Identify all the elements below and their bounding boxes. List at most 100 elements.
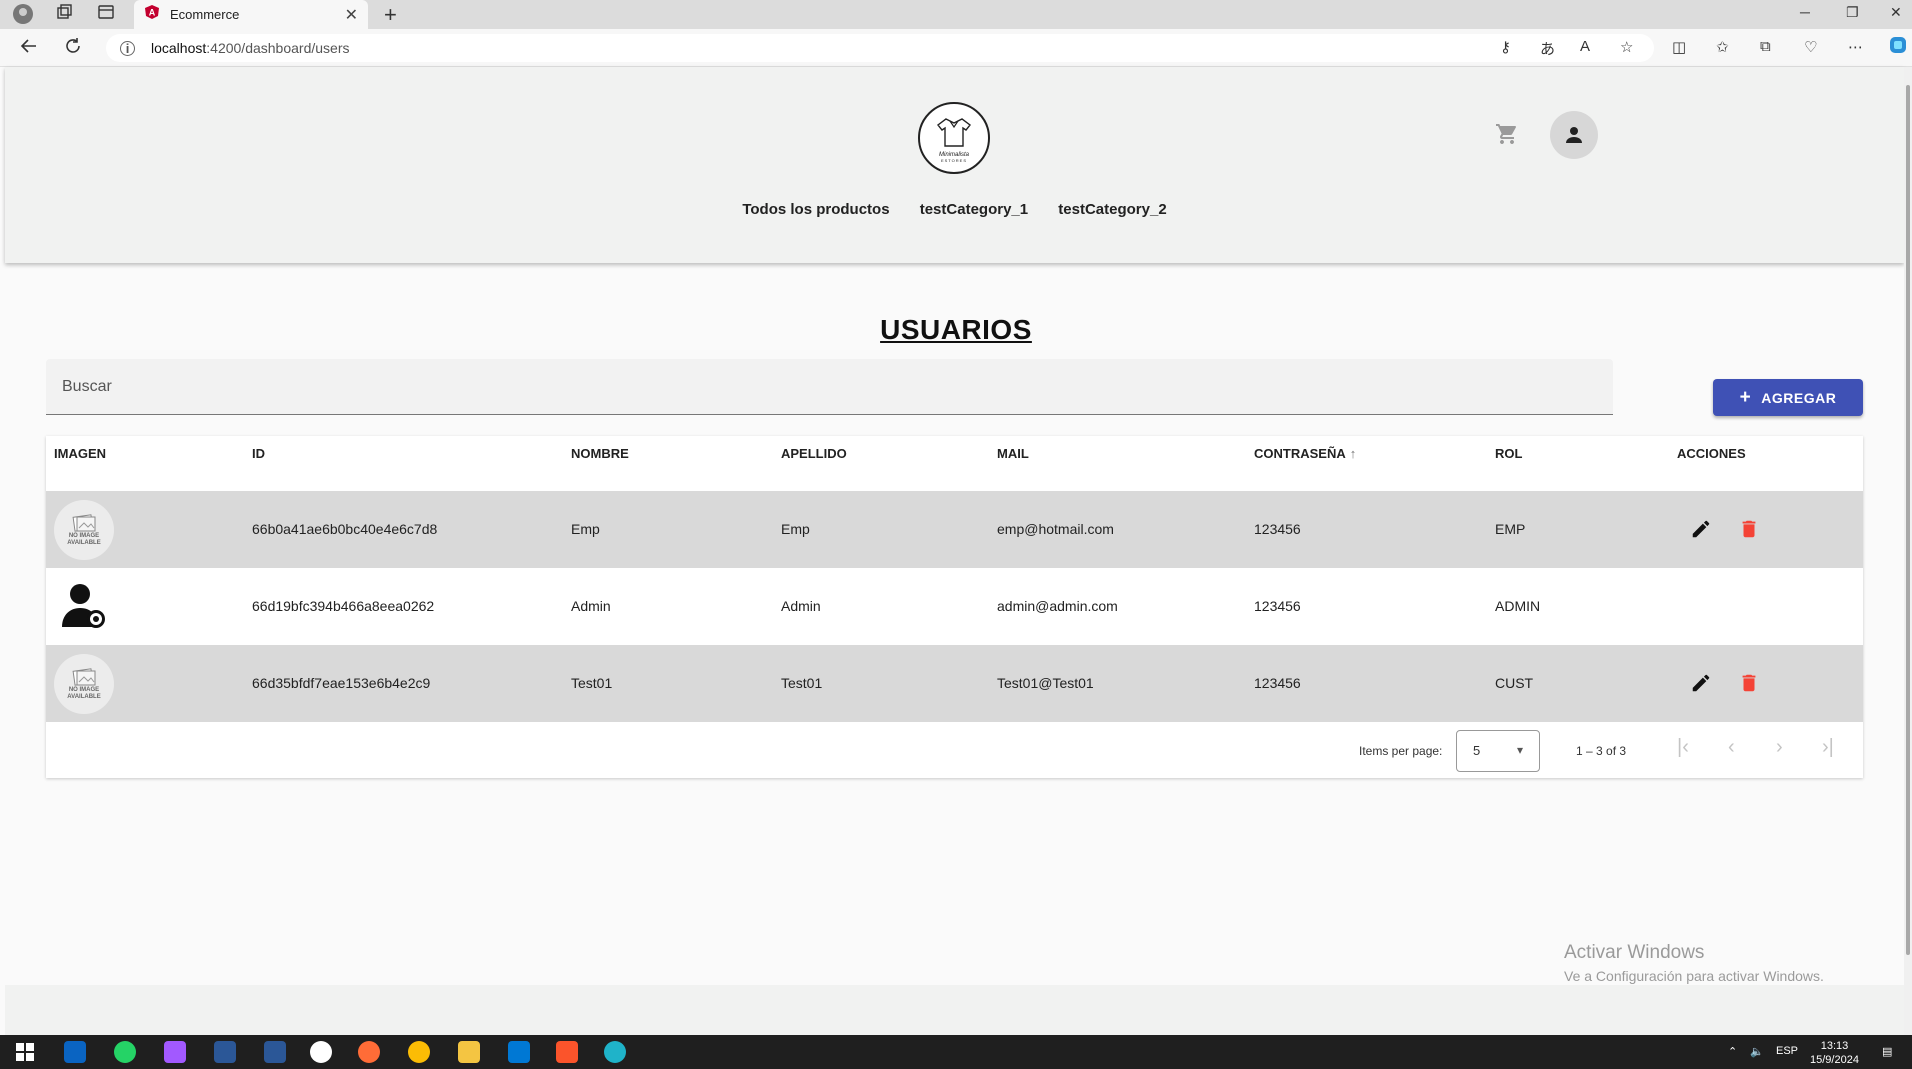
- file-explorer-icon[interactable]: [458, 1041, 480, 1063]
- cell-mail: Test01@Test01: [997, 675, 1094, 691]
- ssms-second-icon[interactable]: [264, 1041, 286, 1063]
- page-size-select[interactable]: 5 ▾: [1456, 730, 1540, 772]
- new-tab-icon[interactable]: +: [384, 2, 397, 28]
- chrome-icon[interactable]: [408, 1041, 430, 1063]
- url-path: :4200/dashboard/users: [206, 40, 350, 56]
- items-per-page-label: Items per page:: [1359, 744, 1443, 758]
- add-user-button[interactable]: + AGREGAR: [1713, 379, 1863, 416]
- more-options-icon[interactable]: ⋯: [1848, 38, 1863, 56]
- outlook-icon[interactable]: [64, 1041, 86, 1063]
- users-table: IMAGEN ID NOMBRE APELLIDO MAIL CONTRASEÑ…: [46, 436, 1863, 778]
- shirt-logo-icon: [937, 117, 971, 147]
- profile-icon[interactable]: [12, 3, 34, 29]
- cell-lastname: Test01: [781, 675, 823, 691]
- nav-test-category-1[interactable]: testCategory_1: [920, 201, 1028, 218]
- cell-password: 123456: [1254, 598, 1301, 614]
- dropdown-caret-icon: ▾: [1516, 743, 1523, 757]
- tray-chevron-icon[interactable]: ⌃: [1728, 1045, 1737, 1058]
- read-aloud-icon[interactable]: A: [1580, 38, 1590, 55]
- address-bar[interactable]: i localhost:4200/dashboard/users: [106, 34, 1654, 62]
- column-header-mail[interactable]: MAIL: [997, 446, 1029, 461]
- cell-name: Admin: [571, 598, 611, 614]
- column-header-lastname[interactable]: APELLIDO: [781, 446, 847, 461]
- edit-pencil-icon[interactable]: [1690, 672, 1712, 699]
- browser-essentials-icon[interactable]: ♡: [1804, 38, 1817, 56]
- scrollbar-thumb[interactable]: [1906, 85, 1910, 955]
- table-row: NO IMAGE AVAILABLE 66b0a41ae6b0bc40e4e6c…: [46, 491, 1863, 568]
- clock-date: 15/9/2024: [1810, 1054, 1859, 1066]
- plus-icon: +: [1739, 387, 1752, 408]
- cell-lastname: Emp: [781, 521, 810, 537]
- search-field[interactable]: [46, 359, 1613, 415]
- page-size-value: 5: [1473, 743, 1481, 758]
- windows-start-icon[interactable]: [14, 1041, 36, 1063]
- minimize-icon[interactable]: ─: [1800, 4, 1810, 20]
- workspaces-icon[interactable]: [56, 4, 72, 24]
- cell-role: ADMIN: [1495, 598, 1541, 614]
- nav-test-category-2[interactable]: testCategory_2: [1058, 201, 1166, 218]
- page-footer: [5, 985, 1904, 1035]
- copilot-icon[interactable]: [1888, 35, 1908, 59]
- edge-icon[interactable]: [604, 1041, 626, 1063]
- table-row: NO IMAGE AVAILABLE 66d35bfdf7eae153e6b4e…: [46, 645, 1863, 722]
- back-arrow-icon[interactable]: [20, 37, 38, 60]
- column-header-id[interactable]: ID: [252, 446, 265, 461]
- nav-all-products[interactable]: Todos los productos: [742, 201, 889, 218]
- last-page-icon[interactable]: ›|: [1822, 736, 1834, 759]
- delete-trash-icon[interactable]: [1738, 672, 1760, 699]
- site-info-icon[interactable]: i: [120, 40, 135, 56]
- cell-password: 123456: [1254, 521, 1301, 537]
- clock-time: 13:13: [1820, 1040, 1849, 1052]
- tab-actions-icon[interactable]: [98, 4, 114, 24]
- ssms-icon[interactable]: [214, 1041, 236, 1063]
- url-host: localhost: [151, 40, 207, 56]
- collections-icon[interactable]: ⧉: [1760, 38, 1771, 55]
- cell-mail: emp@hotmail.com: [997, 521, 1114, 537]
- next-page-icon[interactable]: ›: [1776, 736, 1783, 759]
- windows-activation-watermark: Activar Windows Ve a Configuración para …: [1564, 942, 1824, 984]
- windows-taskbar: ⌃ 🔈 ESP 13:13 15/9/2024 ▤: [0, 1035, 1912, 1069]
- sort-arrow-up-icon: ↑: [1349, 446, 1357, 461]
- key-icon[interactable]: ⚷: [1500, 38, 1511, 56]
- paginator: Items per page: 5 ▾ 1 – 3 of 3 |‹ ‹ › ›|: [46, 722, 1863, 778]
- cell-id: 66d19bfc394b466a8eea0262: [252, 598, 435, 614]
- no-image-thumbnail: NO IMAGE AVAILABLE: [54, 500, 114, 560]
- browser-tab-active[interactable]: A Ecommerce ✕: [134, 0, 368, 29]
- close-window-icon[interactable]: ✕: [1890, 4, 1902, 21]
- user-menu-button[interactable]: [1550, 111, 1598, 159]
- shopping-cart-icon[interactable]: [1495, 122, 1519, 151]
- system-clock[interactable]: 13:13 15/9/2024: [1810, 1039, 1859, 1067]
- restore-icon[interactable]: ❐: [1846, 4, 1859, 21]
- table-header: IMAGEN ID NOMBRE APELLIDO MAIL CONTRASEÑ…: [46, 436, 1863, 491]
- whatsapp-icon[interactable]: [114, 1041, 136, 1063]
- previous-page-icon[interactable]: ‹: [1728, 736, 1735, 759]
- delete-trash-icon[interactable]: [1738, 518, 1760, 545]
- brave-icon[interactable]: [556, 1041, 578, 1063]
- notifications-icon[interactable]: ▤: [1882, 1045, 1892, 1058]
- column-header-password[interactable]: CONTRASEÑA ↑: [1254, 446, 1356, 461]
- vscode-icon[interactable]: [508, 1041, 530, 1063]
- mongodb-icon[interactable]: [310, 1041, 332, 1063]
- reload-icon[interactable]: [64, 37, 82, 60]
- figma-icon[interactable]: [164, 1041, 186, 1063]
- favorites-icon[interactable]: ✩: [1716, 38, 1729, 56]
- column-header-role[interactable]: ROL: [1495, 446, 1522, 461]
- logo-subtext: ESTORES: [940, 157, 968, 163]
- column-header-image: IMAGEN: [54, 446, 106, 461]
- search-input[interactable]: [46, 359, 1613, 414]
- language-indicator[interactable]: ESP: [1776, 1045, 1798, 1057]
- app-header: Minimalista ESTORES Todos los productos …: [5, 67, 1904, 263]
- translate-icon[interactable]: あ: [1540, 38, 1555, 59]
- edit-pencil-icon[interactable]: [1690, 518, 1712, 545]
- column-header-name[interactable]: NOMBRE: [571, 446, 629, 461]
- store-logo[interactable]: Minimalista ESTORES: [918, 102, 990, 174]
- no-image-thumbnail: NO IMAGE AVAILABLE: [54, 654, 114, 714]
- volume-icon[interactable]: 🔈: [1750, 1045, 1764, 1058]
- split-screen-icon[interactable]: ◫: [1672, 38, 1686, 56]
- first-page-icon[interactable]: |‹: [1677, 736, 1689, 759]
- page-title: USUARIOS: [880, 314, 1032, 345]
- postman-icon[interactable]: [358, 1041, 380, 1063]
- tab-close-icon[interactable]: ✕: [345, 5, 358, 25]
- cell-role: EMP: [1495, 521, 1526, 537]
- favorite-star-icon[interactable]: ☆: [1620, 38, 1633, 56]
